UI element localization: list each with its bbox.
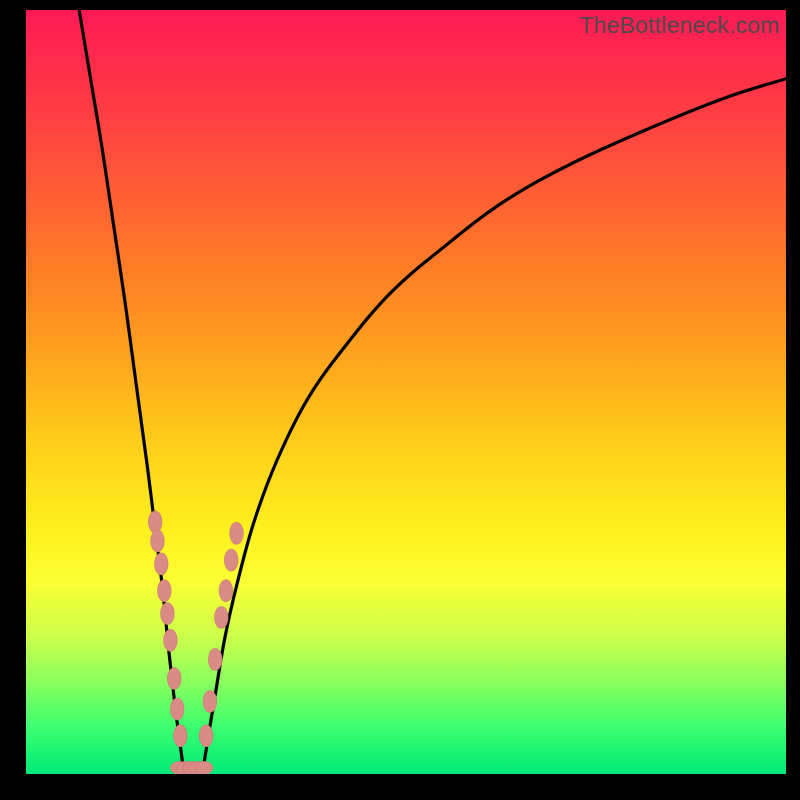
chart-frame: TheBottleneck.com: [0, 0, 800, 800]
data-marker: [161, 603, 175, 625]
data-marker: [164, 629, 178, 651]
data-marker: [199, 725, 213, 747]
curve-right-curve: [202, 79, 786, 774]
data-marker: [224, 549, 238, 571]
data-marker: [195, 761, 213, 774]
data-marker: [170, 698, 184, 720]
data-marker: [154, 553, 168, 575]
plot-area: TheBottleneck.com: [26, 10, 786, 774]
data-marker: [203, 690, 217, 712]
data-marker: [158, 580, 172, 602]
data-marker: [173, 725, 187, 747]
markers-group: [148, 511, 243, 774]
data-marker: [219, 580, 233, 602]
overlay-svg: [26, 10, 786, 774]
data-marker: [230, 522, 244, 544]
data-marker: [148, 511, 162, 533]
data-marker: [215, 606, 229, 628]
curves-group: [79, 10, 786, 774]
data-marker: [151, 530, 165, 552]
curve-left-curve: [79, 10, 184, 774]
data-marker: [167, 668, 181, 690]
data-marker: [208, 648, 222, 670]
